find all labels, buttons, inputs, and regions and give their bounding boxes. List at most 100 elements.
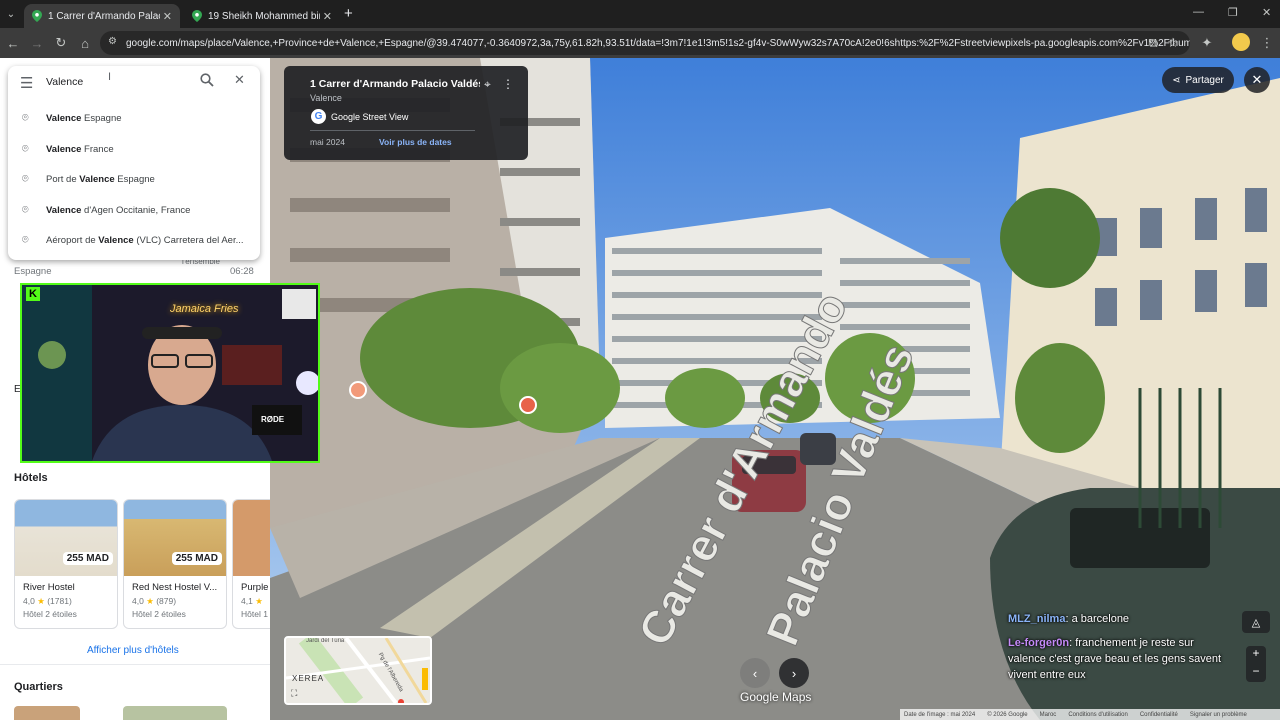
privacy-link[interactable]: Confidentialité (1140, 712, 1178, 718)
star-icon: ★ (255, 596, 263, 606)
suggestion-item[interactable]: ⌾ Valence d'Agen Occitanie, France (8, 195, 260, 225)
hotel-card[interactable]: Purple 4,1 ★ Hôtel 1 (232, 499, 270, 629)
google-maps-watermark: Google Maps (740, 690, 812, 704)
local-time: 06:28 (230, 266, 254, 277)
forward-icon[interactable]: → (28, 34, 46, 52)
browser-tab-active[interactable]: 1 Carrer d'Armando Palacio Valdé ✕ (24, 4, 180, 28)
mini-map[interactable]: XEREA Jardí del Túria Pg de l'Albereda ⛶ (284, 636, 432, 705)
suggestion-text: Valence d'Agen Occitanie, France (46, 204, 191, 216)
location-pin-icon[interactable]: ⌖ (484, 77, 491, 92)
image-date: Date de l'image : mai 2024 (904, 711, 976, 718)
divider (0, 664, 270, 665)
menu-hamburger-icon[interactable]: ☰ (20, 74, 33, 92)
search-card: ☰ I ✕ ⌾ Valence Espagne ⌾ Valence France… (8, 66, 260, 260)
compass-icon[interactable]: ◬ (1242, 611, 1270, 633)
hotel-card[interactable]: 255 MAD River Hostel 4,0 ★ (1781) Hôtel … (14, 499, 118, 629)
search-icon[interactable] (200, 73, 214, 92)
hotel-class: Hôtel 1 (241, 609, 268, 619)
suggestion-item[interactable]: ⌾ Valence Espagne (8, 103, 260, 133)
copyright: © 2026 Google (987, 711, 1028, 718)
expand-map-icon[interactable]: ⛶ (291, 688, 297, 699)
star-icon: ★ (146, 596, 154, 606)
next-arrow-button[interactable]: › (779, 658, 809, 688)
restore-icon[interactable]: ❐ (1228, 6, 1238, 19)
webcam-overlay: K Jamaica Fries RØDE (20, 283, 320, 463)
map-label: Jardí del Túria (306, 638, 345, 644)
hotel-rating: 4,0 ★ (1781) (23, 596, 72, 606)
minimize-icon[interactable]: — (1193, 6, 1204, 18)
reload-icon[interactable]: ↻ (52, 34, 70, 52)
neon-sign: Jamaica Fries (170, 303, 239, 315)
mic-brand: RØDE (261, 415, 285, 424)
tab-list-chevron-icon[interactable]: ⌄ (2, 5, 20, 23)
browser-tab[interactable]: 19 Sheikh Mohammed bin Rash ✕ (184, 4, 340, 28)
browser-tab-bar: ⌄ 1 Carrer d'Armando Palacio Valdé ✕ 19 … (0, 0, 1280, 28)
hotel-card[interactable]: 255 MAD Red Nest Hostel V... 4,0 ★ (879)… (123, 499, 227, 629)
location-pin-icon: ⌾ (22, 172, 29, 185)
suggestion-item[interactable]: ⌾ Port de Valence Espagne (8, 164, 260, 194)
maps-pin-icon (32, 10, 42, 22)
neighborhood-photo[interactable] (14, 706, 80, 720)
previous-arrow-button[interactable]: ‹ (740, 658, 770, 688)
zoom-in-button[interactable]: + (1246, 646, 1266, 664)
text-cursor-icon: I (108, 71, 112, 83)
hotel-rating: 4,0 ★ (879) (132, 596, 177, 606)
hotels-title: Hôtels (14, 472, 48, 484)
hotel-price: 255 MAD (171, 552, 222, 565)
more-dates-link[interactable]: Voir plus de dates (379, 137, 452, 147)
hotel-rating: 4,1 ★ (241, 596, 263, 606)
more-hotels-link[interactable]: Afficher plus d'hôtels (87, 645, 179, 656)
chat-user: MLZ_nilma (1008, 613, 1066, 625)
report-problem-link[interactable]: Signaler un problème (1190, 712, 1247, 718)
imagery-source: Google Street View (331, 112, 409, 122)
place-address: 1 Carrer d'Armando Palacio Valdés (310, 78, 480, 90)
suggestion-text: Valence France (46, 143, 114, 155)
suggestion-text: Port de Valence Espagne (46, 173, 155, 185)
close-street-view-button[interactable]: ✕ (1244, 67, 1270, 93)
chat-text: : a barcelone (1065, 613, 1130, 625)
bookmark-star-icon[interactable]: ☆ (1164, 34, 1182, 52)
zoom-out-button[interactable]: − (1246, 664, 1266, 682)
install-app-icon[interactable]: ⧉ (1144, 34, 1162, 52)
site-info-icon[interactable]: ⚙ (108, 36, 117, 47)
home-icon[interactable]: ⌂ (76, 34, 94, 52)
divider (310, 130, 475, 131)
window-close-icon[interactable]: ✕ (1262, 6, 1271, 19)
suggestion-item[interactable]: ⌾ Aéroport de Valence (VLC) Carretera de… (8, 225, 260, 255)
url-text: google.com/maps/place/Valence,+Province+… (126, 37, 1190, 49)
street-view-info-card: 1 Carrer d'Armando Palacio Valdés ⌖ ⋮ Va… (284, 66, 528, 160)
hotel-name: Red Nest Hostel V... (132, 582, 218, 593)
location-pin-icon: ⌾ (22, 142, 29, 155)
address-bar[interactable]: ⚙ google.com/maps/place/Valence,+Provinc… (100, 31, 1190, 55)
share-button[interactable]: ⋖ Partager (1162, 67, 1234, 93)
region[interactable]: Maroc (1040, 712, 1057, 718)
kick-logo-icon: K (26, 287, 40, 301)
suggestion-item[interactable]: ⌾ Valence France (8, 134, 260, 164)
extensions-icon[interactable]: ✦ (1198, 34, 1216, 52)
hotel-photo (233, 500, 270, 576)
zoom-controls: + − (1246, 646, 1266, 682)
back-icon[interactable]: ← (4, 34, 22, 52)
map-label: XEREA (292, 674, 325, 683)
mini-map-image (286, 638, 430, 703)
profile-avatar[interactable] (1232, 33, 1250, 51)
search-input[interactable] (46, 72, 186, 92)
close-tab-icon[interactable]: ✕ (323, 10, 332, 23)
hotel-name: Purple (241, 582, 269, 593)
place-country: Espagne (14, 266, 52, 277)
close-tab-icon[interactable]: ✕ (163, 10, 172, 23)
chat-user: Le-forger0n (1008, 637, 1070, 649)
location-pin-icon: ⌾ (22, 203, 29, 216)
clear-search-icon[interactable]: ✕ (234, 72, 245, 88)
terms-link[interactable]: Conditions d'utilisation (1068, 712, 1128, 718)
hotel-class: Hôtel 2 étoiles (23, 609, 77, 619)
more-options-icon[interactable]: ⋮ (502, 77, 514, 91)
suggestion-text: Aéroport de Valence (VLC) Carretera del … (46, 234, 244, 246)
neighborhood-photo[interactable] (123, 706, 227, 720)
browser-menu-icon[interactable]: ⋮ (1258, 34, 1276, 52)
maps-pin-icon (192, 10, 202, 22)
tab-title: 1 Carrer d'Armando Palacio Valdé (48, 10, 160, 22)
share-icon: ⋖ (1172, 74, 1181, 86)
hotel-class: Hôtel 2 étoiles (132, 609, 186, 619)
new-tab-button[interactable]: + (344, 5, 353, 22)
